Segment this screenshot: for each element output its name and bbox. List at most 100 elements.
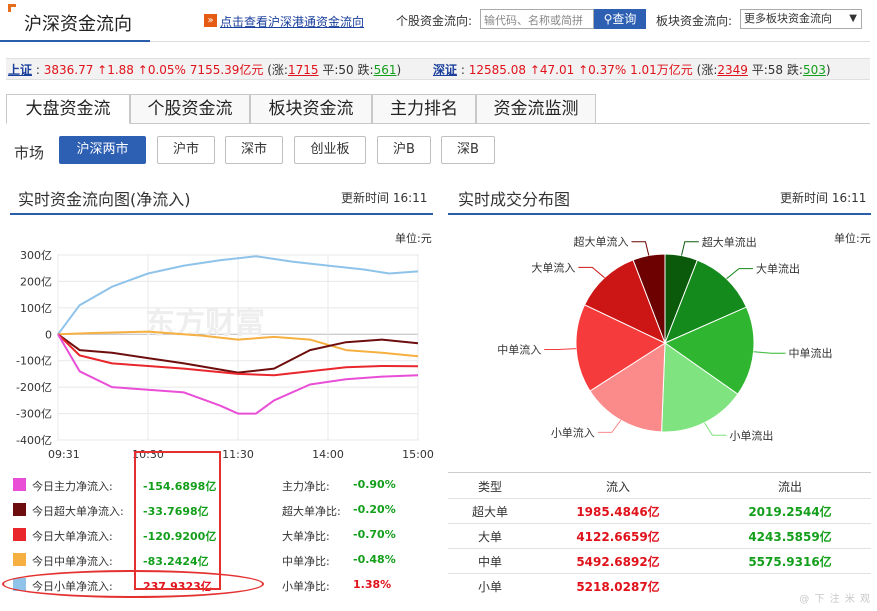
page-title: 沪深资金流向 — [24, 14, 132, 35]
sh-index-link[interactable]: 上证 — [8, 63, 32, 77]
flow-y-tick-label: -300亿 — [16, 408, 52, 421]
ratio-label: 大单净比: — [282, 530, 330, 543]
flow-x-tick-label: 09:31 — [48, 448, 80, 461]
chevron-down-icon: ▼ — [849, 13, 857, 24]
header-corner-mark — [8, 4, 16, 12]
table-cell-inflow: 4122.6659亿 — [576, 530, 660, 544]
legend-swatch — [13, 528, 26, 541]
table-row-line — [448, 548, 871, 549]
sz-index-info: 深证 : 12585.08 ↑47.01 ↑0.37% 1.01万亿元 (涨:2… — [433, 63, 831, 77]
pie-slice-label: 超大单流入 — [574, 235, 629, 249]
market-button-sh[interactable]: 沪市 — [157, 136, 215, 164]
legend-label: 今日主力净流入: — [32, 480, 113, 493]
flow-x-tick-label: 15:00 — [402, 448, 434, 461]
market-button-szb[interactable]: 深B — [441, 136, 495, 164]
stock-search-input[interactable]: 输代码、名称或简拼 — [480, 9, 594, 29]
table-header-inflow: 流入 — [605, 480, 630, 494]
table-header-type: 类型 — [477, 480, 502, 494]
flow-chart-update-time: 更新时间 16:11 — [341, 191, 428, 205]
ratio-value: -0.48% — [353, 553, 396, 566]
table-header-outflow: 流出 — [777, 480, 802, 494]
tab-flow-monitor[interactable]: 资金流监测 — [476, 94, 596, 124]
corner-watermark: @ 下 注 米 观 — [799, 594, 871, 605]
pie-label-leader — [753, 351, 786, 354]
table-cell-type: 大单 — [477, 530, 502, 544]
table-cell-outflow: 2019.2544亿 — [748, 505, 832, 519]
pie-slice-label: 超大单流出 — [702, 235, 757, 249]
legend-label: 今日大单净流入: — [32, 530, 113, 543]
flow-y-tick-label: 0 — [45, 328, 52, 341]
market-label: 市场 — [14, 144, 45, 162]
flow-y-tick-label: 300亿 — [20, 249, 52, 262]
pie-slice-label: 大单流出 — [756, 262, 800, 276]
pie-label-leader — [726, 268, 753, 280]
pie-chart-update-time: 更新时间 16:11 — [780, 191, 867, 205]
ratio-label: 超大单净比: — [282, 505, 341, 518]
market-button-gem[interactable]: 创业板 — [294, 136, 366, 164]
pie-slice-label: 大单流入 — [531, 260, 575, 274]
flow-y-tick-label: -100亿 — [16, 355, 52, 368]
market-button-sz[interactable]: 深市 — [225, 136, 283, 164]
legend-label: 今日超大单净流入: — [32, 505, 124, 518]
ratio-label: 小单净比: — [282, 580, 330, 593]
table-cell-inflow: 1985.4846亿 — [576, 505, 660, 519]
table-row-line — [448, 573, 871, 574]
legend-swatch — [13, 503, 26, 516]
pie-label-leader — [681, 241, 699, 256]
flow-y-tick-label: 100亿 — [20, 302, 52, 315]
sh-index-info: 上证 : 3836.77 ↑1.88 ↑0.05% 7155.39亿元 (涨:1… — [8, 63, 402, 77]
flow-chart-grid — [57, 254, 419, 441]
table-cell-outflow: 5575.9316亿 — [748, 555, 832, 569]
pie-label-leader — [631, 241, 650, 256]
double-arrow-icon: » — [204, 14, 217, 27]
table-cell-inflow: 5492.6892亿 — [576, 555, 660, 569]
sector-flow-label: 板块资金流向: — [656, 14, 733, 28]
pie-slice-label: 中单流出 — [788, 346, 832, 360]
query-button[interactable]: ⚲查询 — [594, 9, 646, 29]
flow-y-tick-label: -400亿 — [16, 434, 52, 447]
table-row-line — [448, 498, 871, 499]
pie-chart-title: 实时成交分布图 — [458, 190, 571, 209]
table-cell-outflow: 4243.5859亿 — [748, 530, 832, 544]
stock-flow-label: 个股资金流向: — [396, 14, 473, 28]
pie-chart-title-line — [448, 213, 871, 215]
flow-chart-x-ticks: 09:31 10:30 11:30 14:00 15:00 — [48, 448, 434, 461]
sector-flow-select[interactable]: 更多板块资金流向 ▼ — [740, 9, 862, 29]
pie-label-leader — [578, 266, 605, 279]
table-cell-type: 超大单 — [471, 505, 508, 519]
ratio-value: -0.90% — [353, 478, 396, 491]
ratio-label: 主力净比: — [282, 480, 330, 493]
table-top-line — [448, 472, 871, 473]
flow-y-tick-label: 200亿 — [20, 275, 52, 288]
table-cell-inflow: 5218.0287亿 — [576, 580, 660, 594]
flow-y-tick-label: -200亿 — [16, 381, 52, 394]
ratio-value: -0.20% — [353, 503, 396, 516]
ratio-value: -0.70% — [353, 528, 396, 541]
flow-chart-title-line — [10, 213, 433, 215]
flow-chart-y-ticks: 300亿 200亿 100亿 0 -100亿 -200亿 -300亿 -400亿 — [16, 249, 52, 447]
title-underline — [0, 40, 150, 42]
ratio-value: 1.38% — [353, 578, 392, 591]
pie-label-leader — [544, 348, 577, 350]
tab-market-flow[interactable]: 大盘资金流 — [6, 94, 130, 124]
table-row-line — [448, 523, 871, 524]
pie-slice-label: 中单流入 — [497, 342, 541, 356]
tab-sector-flow[interactable]: 板块资金流 — [250, 94, 372, 124]
hk-connect-flow-link[interactable]: 点击查看沪深港通资金流向 — [220, 13, 364, 30]
market-button-shb[interactable]: 沪B — [377, 136, 431, 164]
trade-distribution-pie: 超大单流出大单流出中单流出小单流出 小单流入 中单流入 大单流入 超大单流入 — [497, 235, 832, 443]
pie-slice-label: 小单流出 — [729, 428, 773, 442]
flow-chart-title: 实时资金流向图(净流入) — [18, 190, 191, 209]
tab-main-ranking[interactable]: 主力排名 — [372, 94, 476, 124]
pie-label-leader — [597, 419, 622, 433]
flow-x-tick-label: 14:00 — [312, 448, 344, 461]
pie-slices — [575, 253, 755, 433]
sz-index-link[interactable]: 深证 — [433, 63, 457, 77]
tab-stock-flow[interactable]: 个股资金流 — [130, 94, 250, 124]
pie-slice-label: 小单流入 — [551, 425, 595, 439]
annotation-ellipse — [2, 570, 264, 598]
legend-swatch — [13, 553, 26, 566]
market-button-all[interactable]: 沪深两市 — [59, 136, 146, 164]
legend-swatch — [13, 478, 26, 491]
header-divider — [150, 41, 870, 42]
